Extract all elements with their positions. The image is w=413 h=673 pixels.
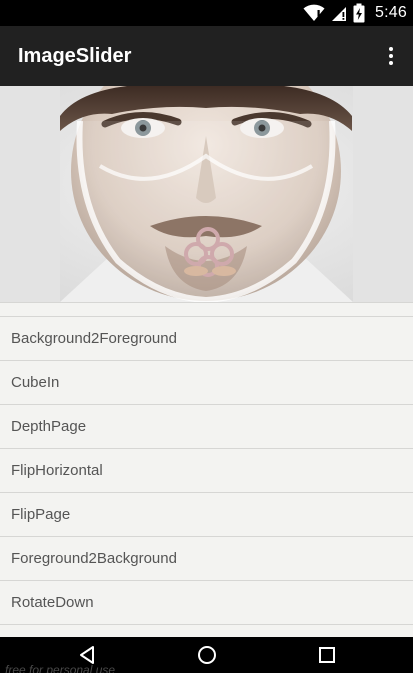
list-item[interactable]: Foreground2Background bbox=[0, 537, 413, 581]
list-item[interactable]: RotateDown bbox=[0, 581, 413, 625]
transformer-list: Background2Foreground CubeIn DepthPage F… bbox=[0, 302, 413, 639]
app-title: ImageSlider bbox=[18, 45, 132, 67]
battery-charging-icon bbox=[353, 3, 365, 23]
list-divider bbox=[0, 303, 413, 317]
signal-icon bbox=[331, 4, 347, 22]
app-window: 5:46 ImageSlider Background2Foreground C… bbox=[0, 0, 413, 673]
list-item[interactable]: FlipHorizontal bbox=[0, 449, 413, 493]
watermark: free for personal use bbox=[5, 663, 116, 673]
wifi-icon bbox=[303, 4, 325, 22]
status-icons: 5:46 bbox=[303, 0, 413, 26]
recents-icon[interactable] bbox=[297, 637, 357, 673]
list-item[interactable]: DepthPage bbox=[0, 405, 413, 449]
list-item[interactable]: FlipPage bbox=[0, 493, 413, 537]
more-vert-icon[interactable] bbox=[379, 40, 403, 72]
slide-image bbox=[0, 86, 413, 302]
app-bar: ImageSlider bbox=[0, 26, 413, 86]
list-item[interactable]: CubeIn bbox=[0, 361, 413, 405]
home-icon[interactable] bbox=[177, 637, 237, 673]
navigation-bar: free for personal use bbox=[0, 637, 413, 673]
image-slider[interactable] bbox=[0, 86, 413, 302]
status-bar: 5:46 bbox=[0, 0, 413, 26]
list-item[interactable]: Background2Foreground bbox=[0, 317, 413, 361]
clock: 5:46 bbox=[375, 4, 407, 21]
